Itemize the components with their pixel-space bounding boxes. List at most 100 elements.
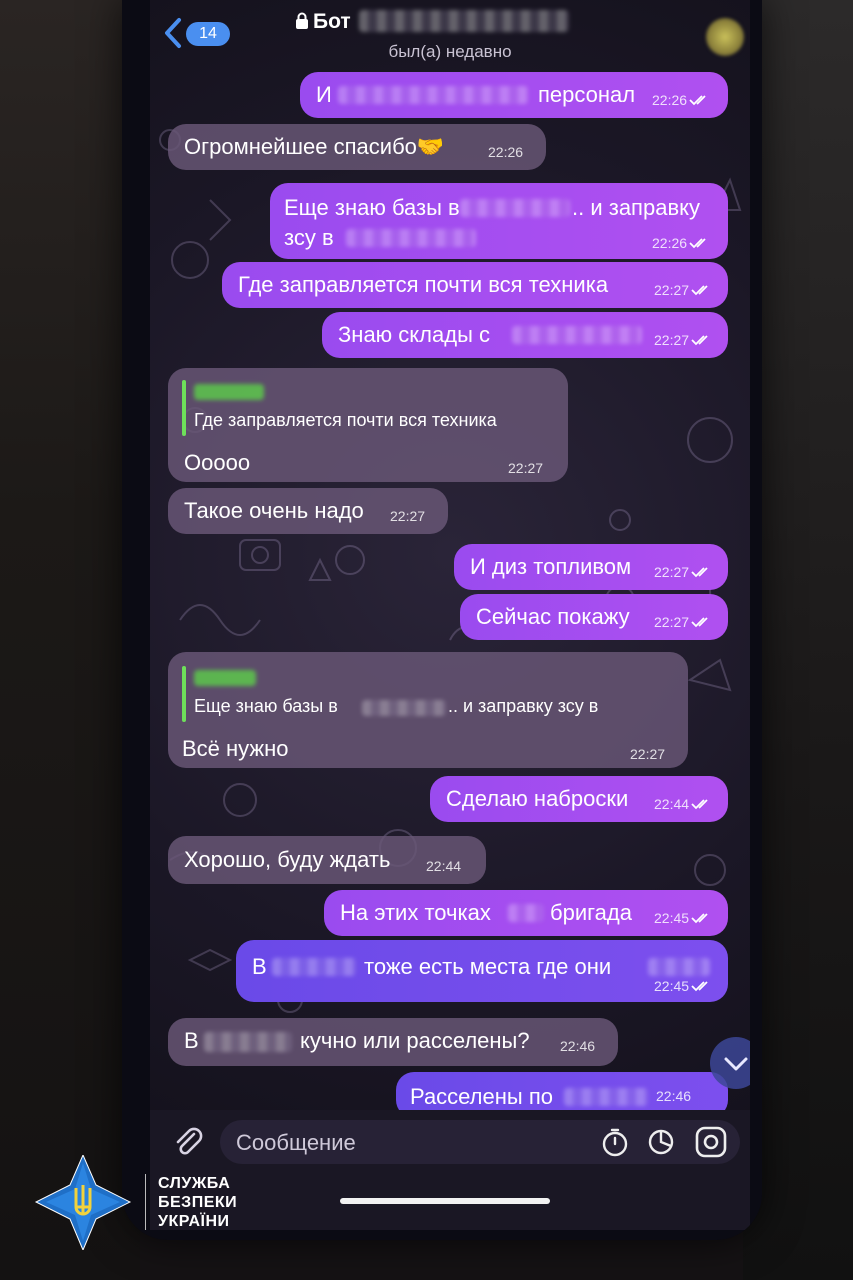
- message-text: Огромнейшее спасибо🤝: [184, 134, 445, 159]
- double-check-icon: [691, 799, 708, 810]
- message-time: 22:26: [488, 144, 524, 160]
- redacted-text: [204, 1032, 292, 1052]
- reply-quote-text: .. и заправку зсу в: [448, 696, 599, 716]
- message-outgoing[interactable]: Знаю склады с 22:27: [322, 312, 728, 358]
- message-time: 22:27: [390, 508, 426, 524]
- message-text: тоже есть места где они: [364, 954, 612, 979]
- background-left: [0, 0, 140, 1280]
- unread-count-badge: 14: [186, 22, 230, 46]
- back-button[interactable]: 14: [162, 16, 230, 50]
- message-text: Такое очень надо: [184, 498, 364, 523]
- redacted-text: [338, 86, 528, 104]
- message-text: персонал: [538, 82, 636, 107]
- redacted-text: [508, 904, 544, 922]
- timer-icon[interactable]: [600, 1127, 630, 1157]
- message-incoming[interactable]: Такое очень надо 22:27: [168, 488, 448, 534]
- message-text: Всё нужно: [182, 736, 289, 761]
- input-placeholder: Сообщение: [236, 1130, 356, 1155]
- message-time: 22:46: [656, 1088, 692, 1104]
- message-incoming-reply[interactable]: Где заправляется почти вся техника Ооооо…: [168, 368, 568, 482]
- message-outgoing[interactable]: Сделаю наброски 22:44: [430, 776, 728, 822]
- redacted-text: [346, 229, 476, 247]
- message-time: 22:27: [654, 282, 690, 298]
- camera-icon[interactable]: [694, 1125, 728, 1159]
- message-time: 22:27: [630, 746, 666, 762]
- message-text: Сделаю наброски: [446, 786, 629, 811]
- sbu-trident-logo: [34, 1155, 132, 1250]
- redacted-text: [512, 326, 642, 344]
- message-text: Ооооо: [184, 450, 251, 475]
- message-time: 22:26: [652, 92, 688, 108]
- message-text: И диз топливом: [470, 554, 632, 579]
- message-text: И: [316, 82, 332, 107]
- message-text: Хорошо, буду ждать: [184, 847, 391, 872]
- message-text: кучно или расселены?: [300, 1028, 530, 1053]
- sbu-line1: СЛУЖБА: [158, 1175, 231, 1192]
- message-text: Знаю склады с: [338, 322, 490, 347]
- chat-status: был(а) недавно: [388, 42, 512, 61]
- sbu-wordmark: СЛУЖБА БЕЗПЕКИ УКРАЇНИ: [158, 1174, 237, 1231]
- message-time: 22:44: [426, 858, 462, 874]
- lock-icon: [296, 12, 308, 29]
- avatar[interactable]: [706, 18, 744, 56]
- sbu-line2: БЕЗПЕКИ: [158, 1194, 238, 1211]
- message-time: 22:45: [654, 978, 690, 994]
- reply-bar: [182, 380, 186, 436]
- message-time: 22:27: [654, 332, 690, 348]
- chat-title-text: Бот: [313, 10, 351, 33]
- message-text: Еще знаю базы в: [284, 195, 460, 220]
- message-incoming-reply[interactable]: Еще знаю базы в .. и заправку зсу в Всё …: [168, 652, 688, 768]
- chevron-down-icon: [724, 1057, 748, 1071]
- message-outgoing[interactable]: На этих точках бригада 22:45: [324, 890, 728, 936]
- message-time: 22:45: [654, 910, 690, 926]
- message-outgoing[interactable]: И персонал 22:26: [300, 72, 728, 118]
- phone-frame: 14 Бот был(а) недавно И персонал 22:26 О…: [122, 0, 762, 1240]
- double-check-icon: [691, 981, 708, 992]
- reply-quote-text: Еще знаю базы в: [194, 696, 338, 716]
- double-check-icon: [691, 285, 708, 296]
- redacted-text: [362, 700, 446, 716]
- message-outgoing[interactable]: И диз топливом 22:27: [454, 544, 728, 590]
- message-text: зсу в: [284, 225, 334, 250]
- redacted-text: [564, 1088, 648, 1106]
- message-text: В: [252, 954, 267, 979]
- message-text: Сейчас покажу: [476, 604, 630, 629]
- home-indicator: [340, 1198, 550, 1204]
- paperclip-icon[interactable]: [170, 1124, 206, 1160]
- double-check-icon: [691, 617, 708, 628]
- message-outgoing[interactable]: Где заправляется почти вся техника 22:27: [222, 262, 728, 308]
- message-time: 22:27: [654, 564, 690, 580]
- logo-divider: [145, 1174, 146, 1230]
- message-text: бригада: [550, 900, 632, 925]
- message-time: 22:44: [654, 796, 690, 812]
- message-text: .. и заправку: [572, 195, 701, 220]
- chat-title[interactable]: Бот: [295, 10, 595, 36]
- scroll-down-button[interactable]: [710, 1037, 750, 1089]
- redacted-text: [272, 958, 356, 976]
- redacted-reply-sender: [194, 384, 264, 400]
- sticker-icon[interactable]: [646, 1127, 676, 1157]
- redacted-text: [460, 199, 570, 217]
- message-incoming[interactable]: В кучно или расселены? 22:46: [168, 1018, 618, 1066]
- message-composer: Сообщение: [150, 1110, 750, 1230]
- chat-screen: 14 Бот был(а) недавно И персонал 22:26 О…: [150, 0, 750, 1230]
- message-time: 22:27: [508, 460, 544, 476]
- message-time: 22:26: [652, 235, 688, 251]
- reply-bar: [182, 666, 186, 722]
- double-check-icon: [689, 238, 706, 249]
- message-outgoing[interactable]: В тоже есть места где они 22:45: [236, 940, 728, 1002]
- double-check-icon: [691, 335, 708, 346]
- message-text: В: [184, 1028, 199, 1053]
- message-input[interactable]: Сообщение: [220, 1120, 740, 1164]
- message-time: 22:27: [654, 614, 690, 630]
- message-text: Где заправляется почти вся техника: [238, 272, 609, 297]
- message-outgoing[interactable]: Сейчас покажу 22:27: [460, 594, 728, 640]
- message-incoming[interactable]: Огромнейшее спасибо🤝 22:26: [168, 124, 546, 170]
- redacted-reply-sender: [194, 670, 256, 686]
- message-time: 22:46: [560, 1038, 596, 1054]
- message-incoming[interactable]: Хорошо, буду ждать 22:44: [168, 836, 486, 884]
- double-check-icon: [691, 567, 708, 578]
- message-text: На этих точках: [340, 900, 491, 925]
- message-outgoing[interactable]: Еще знаю базы в .. и заправку зсу в 22:2…: [270, 183, 728, 259]
- sbu-line3: УКРАЇНИ: [158, 1213, 230, 1230]
